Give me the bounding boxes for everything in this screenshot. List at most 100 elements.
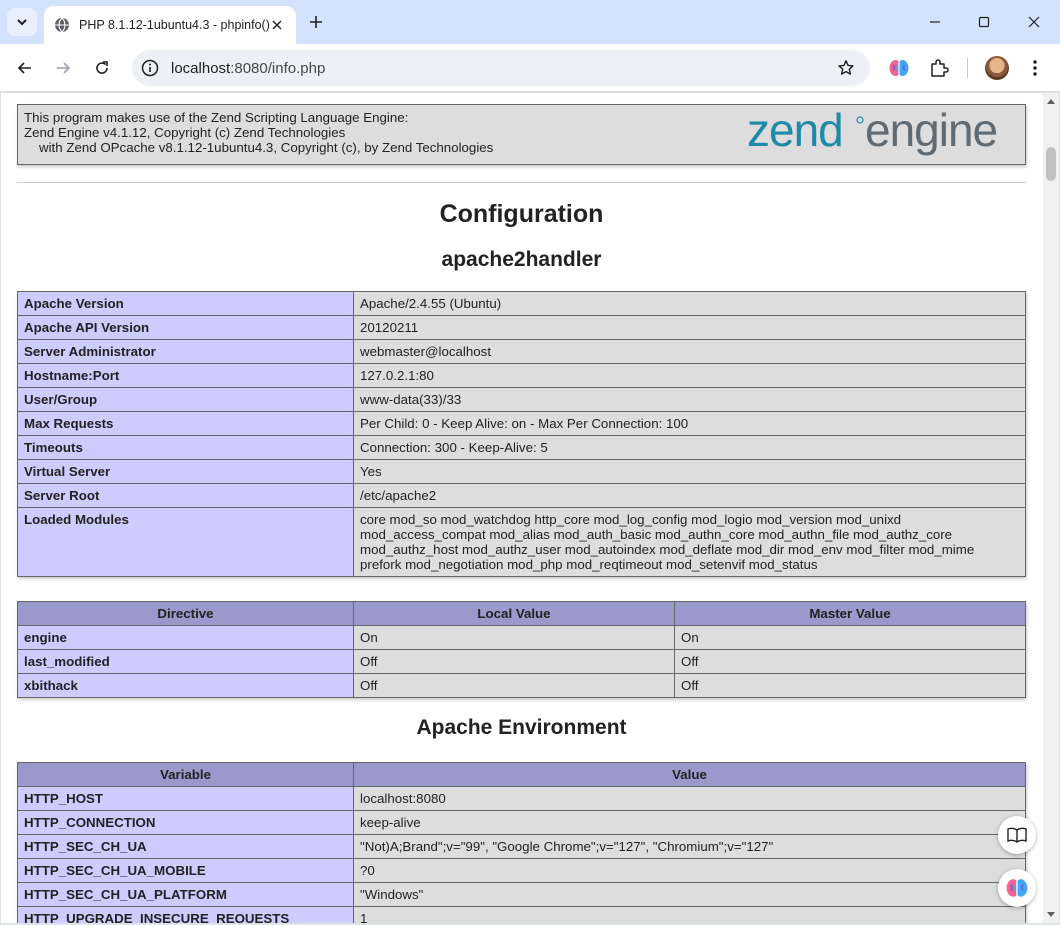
variable-value: "Not)A;Brand";v="99", "Google Chrome";v=…	[353, 834, 1026, 859]
table-row: HTTP_SEC_CH_UA_MOBILE ?0	[17, 858, 1026, 883]
local-value: Off	[353, 673, 675, 698]
scroll-down-arrow-icon[interactable]	[1047, 912, 1055, 917]
reload-button[interactable]	[88, 54, 116, 82]
column-header: Master Value	[674, 601, 1026, 626]
tab-strip: PHP 8.1.12-1ubuntu4.3 - phpinfo()	[0, 0, 1060, 44]
url-text[interactable]: localhost:8080/info.php	[171, 60, 325, 77]
forward-button[interactable]	[49, 54, 77, 82]
scrollbar-thumb[interactable]	[1046, 147, 1056, 181]
vertical-scrollbar[interactable]	[1043, 93, 1059, 923]
row-value: core mod_so mod_watchdog http_core mod_l…	[353, 507, 1026, 577]
brain-icon	[1006, 879, 1028, 897]
row-value: /etc/apache2	[353, 483, 1026, 508]
row-key: Hostname:Port	[17, 363, 354, 388]
minimize-button[interactable]	[922, 9, 948, 35]
variable-name: HTTP_SEC_CH_UA	[17, 834, 354, 859]
close-icon	[1028, 16, 1040, 28]
reading-mode-button[interactable]	[998, 816, 1036, 854]
table-row: Server Root/etc/apache2	[17, 483, 1026, 508]
table-header-row: Variable Value	[17, 762, 1026, 787]
row-value: Connection: 300 - Keep-Alive: 5	[353, 435, 1026, 460]
variable-name: HTTP_UPGRADE_INSECURE_REQUESTS	[17, 906, 354, 923]
brain-extension-icon[interactable]	[887, 56, 911, 80]
ai-assistant-button[interactable]	[998, 869, 1036, 907]
table-row: last_modified Off Off	[17, 649, 1026, 674]
book-icon	[1007, 827, 1027, 843]
scroll-up-arrow-icon[interactable]	[1047, 99, 1055, 104]
zend-credits: This program makes use of the Zend Scrip…	[24, 110, 493, 155]
page-viewport: This program makes use of the Zend Scrip…	[1, 93, 1043, 923]
site-info-icon[interactable]	[140, 58, 160, 78]
table-row: HTTP_UPGRADE_INSECURE_REQUESTS 1	[17, 906, 1026, 923]
zend-line-1: This program makes use of the Zend Scrip…	[24, 110, 409, 125]
maximize-button[interactable]	[971, 9, 997, 35]
url-path: :8080/info.php	[230, 60, 326, 77]
local-value: Off	[353, 649, 675, 674]
extensions-puzzle-icon[interactable]	[927, 56, 951, 80]
directive-table: Directive Local Value Master Value engin…	[17, 601, 1026, 698]
variable-value: ?0	[353, 858, 1026, 883]
table-row: Virtual Server Yes	[17, 459, 1026, 484]
table-row: Max Requests Per Child: 0 - Keep Alive: o…	[17, 411, 1026, 436]
directive-name: engine	[17, 625, 354, 650]
row-key: Max Requests	[17, 411, 354, 436]
zend-engine-logo[interactable]: zend engine	[747, 108, 1019, 162]
address-bar[interactable]: localhost:8080/info.php	[132, 50, 870, 86]
row-key: Virtual Server	[17, 459, 354, 484]
tab-search-button[interactable]	[7, 8, 37, 36]
row-key: Loaded Modules	[17, 507, 354, 577]
toolbar-separator	[967, 58, 968, 78]
minimize-icon	[930, 21, 940, 23]
browser-tab-active[interactable]: PHP 8.1.12-1ubuntu4.3 - phpinfo()	[44, 6, 296, 44]
chevron-down-icon	[17, 19, 27, 26]
table-row: HTTP_CONNECTION keep-alive	[17, 810, 1026, 835]
column-header: Variable	[17, 762, 354, 787]
variable-name: HTTP_SEC_CH_UA_MOBILE	[17, 858, 354, 883]
table-row: Server Administrator webmaster@localhost	[17, 339, 1026, 364]
table-row: Hostname:Port 127.0.2.1:80	[17, 363, 1026, 388]
table-row: HTTP_HOST localhost:8080	[17, 786, 1026, 811]
variable-name: HTTP_SEC_CH_UA_PLATFORM	[17, 882, 354, 907]
table-row: engine On On	[17, 625, 1026, 650]
row-value: Apache/2.4.55 (Ubuntu)	[353, 291, 1026, 316]
profile-avatar[interactable]	[985, 56, 1009, 80]
zend-logo-word-2: engine	[865, 108, 997, 156]
column-header: Value	[353, 762, 1026, 787]
row-key: User/Group	[17, 387, 354, 412]
variable-value: 1	[353, 906, 1026, 923]
row-key: Server Administrator	[17, 339, 354, 364]
table-row: User/Group www-data(33)/33	[17, 387, 1026, 412]
url-host: localhost	[171, 60, 231, 77]
menu-kebab-icon[interactable]	[1023, 56, 1047, 80]
new-tab-button[interactable]	[305, 11, 327, 33]
master-value: On	[674, 625, 1026, 650]
back-button[interactable]	[11, 54, 39, 82]
directive-name: last_modified	[17, 649, 354, 674]
zend-logo-word-1: zend	[747, 108, 843, 156]
horizontal-rule	[17, 182, 1026, 183]
variable-name: HTTP_CONNECTION	[17, 810, 354, 835]
table-row: Apache Version Apache/2.4.55 (Ubuntu)	[17, 291, 1026, 316]
module-heading[interactable]: apache2handler	[17, 248, 1026, 272]
row-value: 127.0.2.1:80	[353, 363, 1026, 388]
close-window-button[interactable]	[1021, 9, 1047, 35]
zend-line-3: with Zend OPcache v8.1.12-1ubuntu4.3, Co…	[39, 140, 494, 155]
arrow-left-icon	[17, 62, 31, 74]
maximize-icon	[978, 16, 990, 28]
plus-icon	[310, 16, 322, 28]
master-value: Off	[674, 673, 1026, 698]
table-row: HTTP_SEC_CH_UA "Not)A;Brand";v="99", "Goo…	[17, 834, 1026, 859]
browser-toolbar: localhost:8080/info.php	[0, 44, 1060, 92]
row-key: Apache API Version	[17, 315, 354, 340]
table-row: HTTP_SEC_CH_UA_PLATFORM "Windows"	[17, 882, 1026, 907]
tab-close-icon[interactable]	[268, 16, 286, 34]
row-value: 20120211	[353, 315, 1026, 340]
row-key: Server Root	[17, 483, 354, 508]
bookmark-star-icon[interactable]	[836, 58, 856, 78]
row-key: Apache Version	[17, 291, 354, 316]
table-header-row: Directive Local Value Master Value	[17, 601, 1026, 626]
configuration-heading: Configuration	[439, 200, 604, 228]
directive-name: xbithack	[17, 673, 354, 698]
globe-icon	[54, 17, 70, 33]
column-header: Directive	[17, 601, 354, 626]
